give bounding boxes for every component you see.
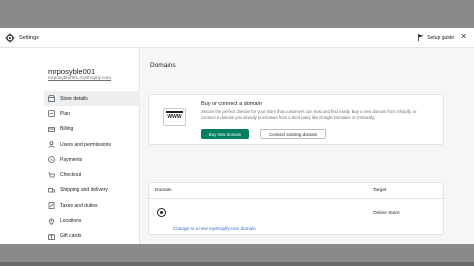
target-value: Online Store — [373, 211, 400, 216]
sidebar-item-label: Shipping and delivery — [60, 187, 108, 194]
plan-icon — [48, 110, 55, 118]
www-icon-bar — [166, 110, 183, 113]
sidebar-item-label: Checkout — [60, 172, 82, 179]
buy-new-domain-button[interactable]: Buy new domain — [201, 129, 249, 139]
www-icon-text: WWW — [167, 114, 182, 120]
gear-icon — [5, 33, 15, 43]
sidebar-item-gift-cards[interactable]: Gift cards — [44, 229, 140, 244]
www-icon: WWW — [163, 108, 186, 126]
flag-icon — [418, 34, 424, 41]
store-icon — [48, 95, 55, 103]
sidebar-item-users[interactable]: Users and permissions — [44, 137, 140, 152]
sidebar-item-payments[interactable]: $ Payments — [44, 152, 140, 167]
column-header-domain: Domain — [155, 188, 172, 193]
store-domain-link[interactable]: mrposyble001.myshopify.com — [48, 76, 111, 81]
sidebar-item-label: Store details — [60, 95, 88, 102]
sidebar-item-label: Users and permissions — [60, 141, 111, 148]
setup-guide-button[interactable]: Setup guide — [418, 34, 454, 41]
settings-nav: Store details Plan Billing Users and per… — [44, 91, 140, 244]
browser-bottom-strip — [0, 244, 474, 266]
sidebar-item-label: Plan — [60, 110, 71, 117]
sidebar-item-plan[interactable]: Plan — [44, 106, 140, 121]
svg-text:$: $ — [50, 157, 53, 162]
settings-window: Settings Setup guide ✕ mrposyble001 mrpo… — [0, 28, 474, 244]
buy-card-description: Secure the perfect domain for your store… — [201, 109, 417, 120]
page-title: Domains — [150, 62, 176, 69]
change-domain-link[interactable]: Change to a new myshopify.com domain — [173, 226, 256, 231]
settings-header: Settings Setup guide ✕ — [0, 28, 474, 48]
connect-existing-domain-button[interactable]: Connect existing domain — [260, 129, 326, 139]
domain-radio-button[interactable] — [157, 208, 166, 217]
buy-card-title: Buy or connect a domain — [201, 101, 262, 107]
sidebar-item-label: Billing — [60, 126, 74, 133]
users-icon — [48, 141, 55, 148]
sidebar-item-shipping[interactable]: Shipping and delivery — [44, 183, 140, 198]
sidebar-item-label: Locations — [60, 218, 82, 225]
billing-icon — [48, 126, 55, 133]
sidebar-item-label: Gift cards — [60, 233, 82, 240]
gift-card-icon — [48, 233, 55, 240]
checkout-icon — [48, 172, 55, 179]
sidebar-item-store-details[interactable]: Store details — [44, 91, 140, 107]
settings-sidebar: mrposyble001 mrposyble001.myshopify.com … — [0, 48, 140, 244]
screen: Settings Setup guide ✕ mrposyble001 mrpo… — [0, 0, 474, 266]
payments-icon: $ — [48, 156, 55, 164]
domains-main: Domains WWW Buy or connect a domain Secu… — [141, 48, 474, 244]
location-icon — [48, 218, 55, 225]
settings-title: Settings — [19, 34, 39, 41]
sidebar-item-billing[interactable]: Billing — [44, 122, 140, 137]
domains-table-card: Domain Target Online Store Change to a n… — [148, 182, 444, 235]
shipping-icon — [48, 187, 55, 194]
sidebar-item-checkout[interactable]: Checkout — [44, 167, 140, 182]
taxes-icon — [48, 202, 55, 210]
column-header-target: Target — [373, 188, 387, 193]
table-divider — [149, 198, 443, 199]
setup-guide-label: Setup guide — [427, 34, 454, 41]
buy-domain-card: WWW Buy or connect a domain Secure the p… — [148, 94, 444, 145]
browser-top-strip — [0, 0, 474, 28]
sidebar-item-label: Payments — [60, 156, 83, 163]
sidebar-item-locations[interactable]: Locations — [44, 213, 140, 228]
sidebar-item-taxes[interactable]: Taxes and duties — [44, 198, 140, 213]
close-icon[interactable]: ✕ — [460, 33, 467, 41]
store-name: mrposyble001 — [48, 67, 96, 76]
sidebar-item-label: Taxes and duties — [60, 202, 98, 209]
